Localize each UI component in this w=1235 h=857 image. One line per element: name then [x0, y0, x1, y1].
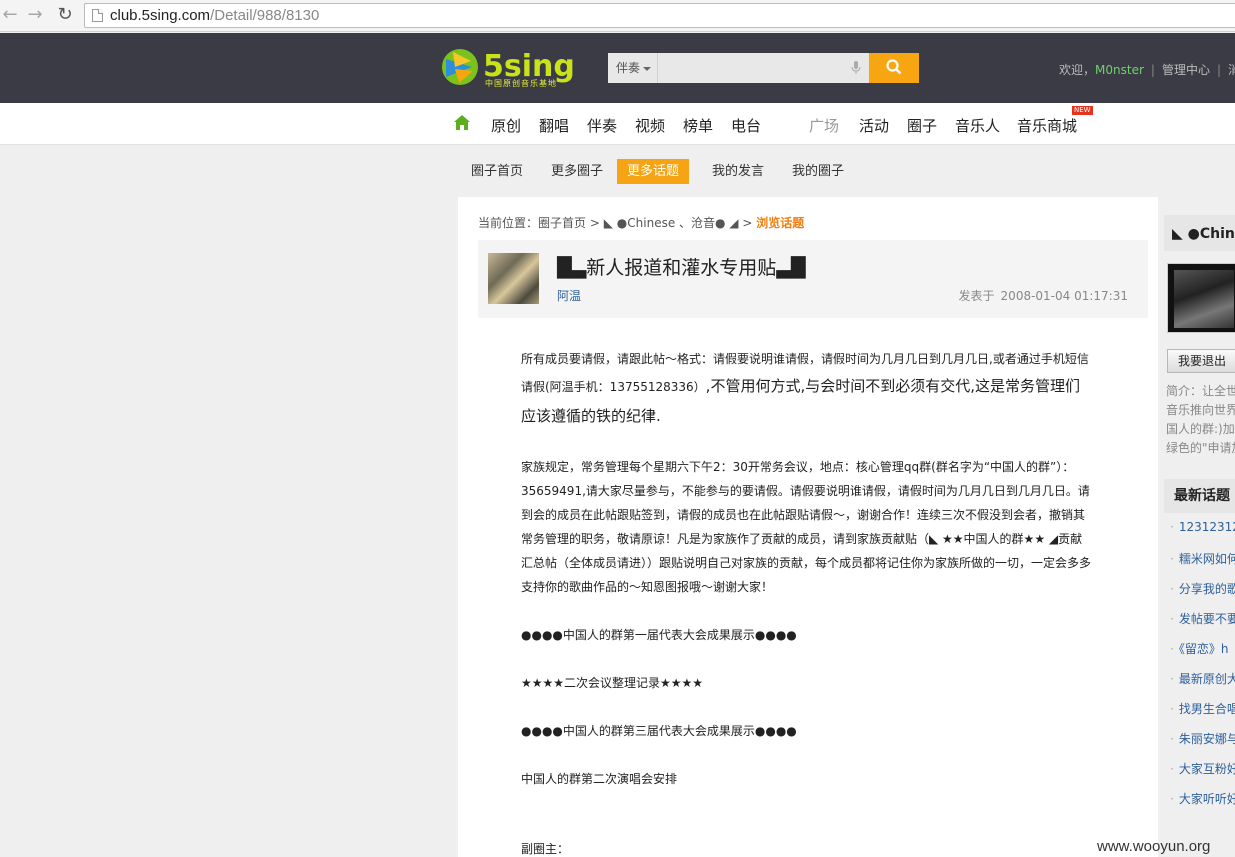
- post-header: █▃新人报道和灌水专用贴▃█ 阿温 发表于 2008-01-04 01:17:31: [478, 240, 1148, 318]
- latest-topic-item[interactable]: · 发帖要不要: [1170, 610, 1235, 640]
- post-paragraph: 副圈主：: [521, 842, 570, 856]
- url-text: club.5sing.com/Detail/988/8130: [110, 7, 320, 24]
- group-title[interactable]: ◣ ●Chinese: [1164, 215, 1235, 251]
- forward-arrow-icon[interactable]: →: [25, 5, 45, 25]
- microphone-icon[interactable]: [851, 61, 861, 75]
- nav-item-musicians[interactable]: 音乐人: [955, 115, 1000, 136]
- main-content: 当前位置：圈子首页 > ◣ ●Chinese 、沧音● ◢ > 浏览话题 █▃新…: [458, 197, 1158, 857]
- post-paragraph: ●●●●中国人的群第三届代表大会成果展示●●●●: [521, 724, 797, 738]
- reload-icon[interactable]: ↻: [55, 5, 75, 25]
- nav-item-events[interactable]: 活动: [859, 115, 889, 136]
- latest-topic-item[interactable]: ·123123123: [1170, 520, 1235, 550]
- posted-label: 发表于: [958, 289, 995, 303]
- search-type-select[interactable]: 伴奏: [608, 53, 658, 83]
- subnav-circles-home[interactable]: 圈子首页: [461, 159, 533, 184]
- post-paragraph: 家族规定，常务管理每个星期六下午2：30开常务会议，地点：核心管理qq群(群名字…: [521, 460, 1092, 594]
- divider: |: [1216, 63, 1221, 77]
- post-paragraph: ●●●●中国人的群第一届代表大会成果展示●●●●: [521, 628, 797, 642]
- group-image[interactable]: [1167, 263, 1235, 333]
- breadcrumb-current: 浏览话题: [756, 216, 805, 230]
- post-paragraph: 所有成员要请假，请跟此帖～格式：请假要说明谁请假，请假时间为几月几日到几月几日,…: [521, 352, 1089, 425]
- post-author-link[interactable]: 阿温: [557, 287, 581, 304]
- user-links: 欢迎，M0nster | 管理中心 | 消: [1059, 61, 1235, 78]
- chevron-down-icon: [643, 66, 652, 71]
- back-arrow-icon[interactable]: ←: [0, 5, 20, 25]
- latest-topic-item[interactable]: · 糯米网如何: [1170, 550, 1235, 580]
- latest-topic-item[interactable]: · 大家听听好: [1170, 790, 1235, 820]
- post-meta: 发表于 2008-01-04 01:17:31: [959, 287, 1128, 304]
- right-sidebar: ◣ ●Chinese 我要退出 简介：让全世 音乐推向世界 国人的群:)加 绿色…: [1164, 215, 1235, 857]
- latest-topic-item[interactable]: · 分享我的歌: [1170, 580, 1235, 610]
- subnav-my-posts[interactable]: 我的发言: [702, 159, 774, 184]
- latest-topic-item[interactable]: · 最新原创大: [1170, 670, 1235, 700]
- post-body: 所有成员要请假，请跟此帖～格式：请假要说明谁请假，请假时间为几月几日到几月几日,…: [521, 347, 1091, 857]
- subnav-more-topics[interactable]: 更多话题: [617, 159, 690, 184]
- latest-topics-list: ·123123123 ·糯米网如何 ·分享我的歌 ·发帖要不要 ·《留恋》h ·…: [1170, 520, 1235, 820]
- search-icon: [886, 58, 902, 74]
- sub-nav: 圈子首页 更多圈子 更多话题 我的发言 我的圈子: [458, 146, 1235, 197]
- address-bar[interactable]: club.5sing.com/Detail/988/8130: [84, 3, 1235, 28]
- site-header: 5sing 中国原创音乐基地 伴奏 欢迎，M0nster | 管理中心 | 消: [0, 33, 1235, 103]
- nav-item-music-store[interactable]: 音乐商城: [1017, 115, 1077, 136]
- main-nav: 原创 翻唱 伴奏 视频 榜单 电台 广场 活动 圈子 音乐人 音乐商城 NEW: [0, 103, 1235, 145]
- nav-item-cover[interactable]: 翻唱: [539, 115, 569, 136]
- nav-item-video[interactable]: 视频: [635, 115, 665, 136]
- breadcrumb: 当前位置：圈子首页 > ◣ ●Chinese 、沧音● ◢ > 浏览话题: [478, 214, 804, 231]
- search-button[interactable]: [869, 53, 919, 83]
- nav-item-accompaniment[interactable]: 伴奏: [587, 115, 617, 136]
- username-link[interactable]: M0nster: [1095, 63, 1144, 77]
- subnav-more-circles[interactable]: 更多圈子: [541, 159, 613, 184]
- latest-topic-item[interactable]: · 大家互粉好: [1170, 760, 1235, 790]
- nav-item-original[interactable]: 原创: [491, 115, 521, 136]
- post-paragraph: 中国人的群第二次演唱会安排: [521, 772, 678, 786]
- latest-topic-item[interactable]: · 《留恋》h: [1170, 640, 1235, 670]
- author-avatar[interactable]: [488, 253, 539, 304]
- nav-item-charts[interactable]: 榜单: [683, 115, 713, 136]
- nav-item-circles[interactable]: 圈子: [907, 115, 937, 136]
- nav-item-radio[interactable]: 电台: [731, 115, 761, 136]
- home-icon[interactable]: [453, 114, 471, 131]
- subnav-my-circles[interactable]: 我的圈子: [782, 159, 854, 184]
- breadcrumb-separator: >: [589, 216, 600, 230]
- breadcrumb-group-link[interactable]: ◣ ●Chinese 、沧音● ◢: [604, 216, 739, 230]
- group-intro: 简介：让全世 音乐推向世界 国人的群:)加 绿色的"申请加: [1166, 384, 1235, 455]
- search-input[interactable]: [659, 53, 869, 83]
- messages-link[interactable]: 消: [1228, 63, 1235, 77]
- latest-topics-title: 最新话题: [1164, 479, 1235, 513]
- search-box: 伴奏: [608, 53, 919, 83]
- new-badge: NEW: [1072, 106, 1093, 115]
- nav-item-plaza[interactable]: 广场: [809, 115, 839, 136]
- latest-topic-item[interactable]: · 找男生合唱: [1170, 700, 1235, 730]
- post-title: █▃新人报道和灌水专用贴▃█: [557, 257, 806, 279]
- welcome-text: 欢迎，: [1059, 63, 1096, 77]
- breadcrumb-home-link[interactable]: 圈子首页: [538, 216, 586, 230]
- posted-time: 2008-01-04 01:17:31: [1000, 289, 1128, 303]
- quit-group-button[interactable]: 我要退出: [1167, 349, 1235, 373]
- logo-subtitle: 中国原创音乐基地: [485, 79, 557, 88]
- breadcrumb-prefix: 当前位置：: [478, 216, 539, 230]
- breadcrumb-separator: >: [742, 216, 753, 230]
- watermark: www.wooyun.org: [1097, 838, 1211, 855]
- post-paragraph: ★★★★二次会议整理记录★★★★: [521, 676, 704, 690]
- page-icon: [92, 9, 103, 22]
- browser-toolbar: ← → ↻ club.5sing.com/Detail/988/8130: [0, 0, 1235, 32]
- latest-topic-item[interactable]: · 朱丽安娜与: [1170, 730, 1235, 760]
- divider: |: [1150, 63, 1155, 77]
- admin-center-link[interactable]: 管理中心: [1162, 63, 1210, 77]
